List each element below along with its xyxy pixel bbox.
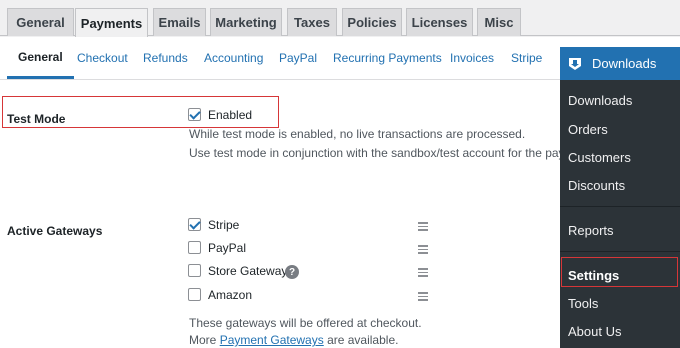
tab-licenses[interactable]: Licenses: [406, 8, 473, 36]
tab-general[interactable]: General: [7, 8, 74, 36]
gateway-stripe-checkbox[interactable]: [188, 218, 201, 231]
tab-payments[interactable]: Payments: [75, 8, 148, 37]
tab-policies[interactable]: Policies: [342, 8, 402, 36]
sidebar-divider: [560, 251, 680, 252]
subtab-accounting[interactable]: Accounting: [204, 37, 263, 79]
sidebar-item-settings[interactable]: Settings: [568, 268, 619, 283]
subtab-paypal[interactable]: PayPal: [279, 37, 317, 79]
settings-tabs: General Payments Emails Marketing Taxes …: [0, 0, 680, 37]
sidebar-item-about-us[interactable]: About Us: [568, 324, 621, 339]
gateway-store-gateway-label: Store Gateway: [208, 264, 288, 278]
subtab-general[interactable]: General: [7, 37, 74, 79]
drag-handle-icon[interactable]: [418, 268, 428, 277]
sidebar-item-orders[interactable]: Orders: [568, 122, 608, 137]
sidebar-item-customers[interactable]: Customers: [568, 150, 631, 165]
sidebar-header-label: Downloads: [592, 56, 657, 71]
subtab-recurring-payments[interactable]: Recurring Payments: [333, 37, 442, 79]
drag-handle-icon[interactable]: [418, 292, 428, 301]
sidebar-divider: [560, 206, 680, 207]
test-mode-checkbox[interactable]: [188, 108, 201, 121]
gateway-paypal-label: PayPal: [208, 241, 247, 255]
download-icon: [569, 57, 581, 70]
gateway-store-gateway-checkbox[interactable]: [188, 264, 201, 277]
tab-misc[interactable]: Misc: [477, 8, 521, 36]
gateway-paypal-checkbox[interactable]: [188, 241, 201, 254]
admin-sidebar: Downloads Downloads Orders Customers Dis…: [560, 47, 680, 348]
active-gateways-label: Active Gateways: [7, 224, 103, 238]
test-mode-description-2: Use test mode in conjunction with the sa…: [189, 146, 560, 160]
sidebar-item-discounts[interactable]: Discounts: [568, 178, 625, 193]
tab-marketing[interactable]: Marketing: [210, 8, 282, 36]
tab-taxes[interactable]: Taxes: [287, 8, 337, 36]
gateways-description: These gateways will be offered at checko…: [189, 316, 422, 330]
sidebar-item-reports[interactable]: Reports: [568, 223, 614, 238]
drag-handle-icon[interactable]: [418, 222, 428, 231]
sidebar-item-downloads[interactable]: Downloads: [568, 93, 632, 108]
sidebar-item-tools[interactable]: Tools: [568, 296, 598, 311]
tab-emails[interactable]: Emails: [153, 8, 206, 36]
subtab-invoices[interactable]: Invoices: [450, 37, 494, 79]
test-mode-enabled-label: Enabled: [208, 108, 253, 122]
subtab-checkout[interactable]: Checkout: [77, 37, 128, 79]
settings-content: Test Mode Enabled While test mode is ena…: [0, 80, 560, 348]
subtab-refunds[interactable]: Refunds: [143, 37, 188, 79]
drag-handle-icon[interactable]: [418, 245, 428, 254]
gateways-more-text: More Payment Gateways are available.: [189, 333, 398, 347]
gateway-amazon-label: Amazon: [208, 288, 253, 302]
help-icon[interactable]: ?: [285, 265, 299, 279]
gateway-amazon-checkbox[interactable]: [188, 288, 201, 301]
more-text: More: [189, 333, 217, 347]
test-mode-label: Test Mode: [7, 112, 66, 126]
available-text: are available.: [327, 333, 399, 347]
gateway-stripe-label: Stripe: [208, 218, 240, 232]
payment-gateways-link[interactable]: Payment Gateways: [220, 333, 324, 347]
test-mode-description: While test mode is enabled, no live tran…: [189, 127, 526, 141]
subtab-stripe[interactable]: Stripe: [511, 37, 542, 79]
sidebar-header-downloads[interactable]: Downloads: [560, 47, 680, 80]
